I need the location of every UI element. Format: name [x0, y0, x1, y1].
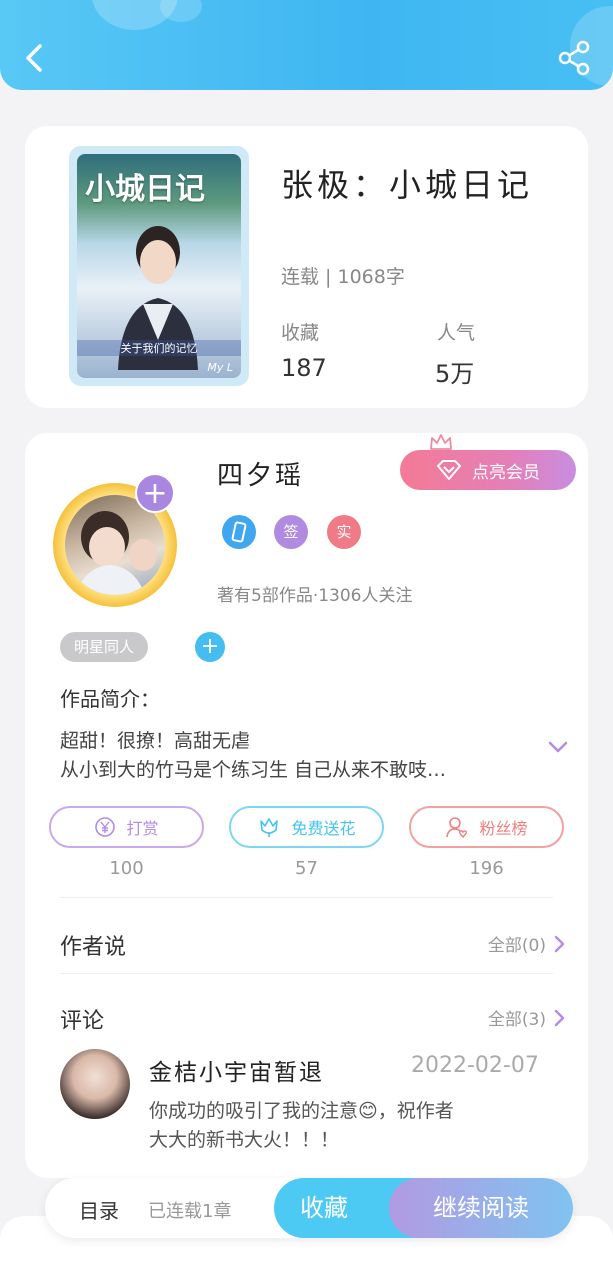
- comment-date: 2022-02-07: [411, 1053, 539, 1078]
- intro-line: 超甜！很撩！高甜无虐: [60, 730, 251, 752]
- category-tag[interactable]: 明星同人: [60, 632, 149, 662]
- comment-line: 你成功的吸引了我的注意😊，祝作者: [149, 1100, 454, 1122]
- follow-author-button[interactable]: +: [135, 473, 175, 513]
- book-status: 连载 | 1068字: [281, 266, 405, 288]
- chevron-left-icon: [26, 44, 42, 72]
- yen-icon: [95, 817, 116, 837]
- comments-all-label: 全部(3): [487, 1010, 546, 1030]
- comments-title: 评论: [60, 1009, 105, 1034]
- back-button[interactable]: [16, 38, 56, 78]
- flower-count: 57: [295, 858, 318, 879]
- popularity-label: 人气: [437, 322, 476, 344]
- intro-text: 超甜！很撩！高甜无虐 从小到大的竹马是个练习生 自己从来不敢吱…: [60, 727, 530, 785]
- signed-author-badge: 签: [274, 515, 308, 549]
- fan-rank-icon: [446, 817, 468, 839]
- book-info-card: 小城日记 关于我们的记忆 My L 张极：小城日记 连载 | 1068字 收藏 …: [25, 126, 588, 408]
- tip-count: 100: [109, 858, 144, 879]
- share-icon: [558, 40, 590, 76]
- send-flower-button[interactable]: 免费送花: [229, 806, 384, 848]
- real-name-badge: 实: [327, 515, 361, 549]
- cover-title-art: 小城日记: [85, 172, 205, 207]
- cover-image: 小城日记 关于我们的记忆 My L: [77, 154, 241, 378]
- chapters-count: 已连载1章: [148, 1201, 232, 1222]
- diamond-icon: [437, 460, 461, 480]
- phone-icon: [231, 521, 247, 543]
- vip-button-label: 点亮会员: [472, 462, 540, 483]
- flower-label: 免费送花: [291, 819, 356, 838]
- top-header: [0, 0, 613, 90]
- commenter-name[interactable]: 金桔小宇宙暂退: [149, 1053, 324, 1087]
- comments-all-link[interactable]: 全部(3): [488, 1005, 566, 1030]
- chevron-down-icon[interactable]: [547, 739, 569, 755]
- phone-verified-badge: [222, 515, 256, 549]
- fan-rank-label: 粉丝榜: [479, 819, 528, 838]
- flower-icon: [260, 818, 279, 837]
- fan-ranking-button[interactable]: 粉丝榜: [409, 806, 564, 848]
- author-says-all-label: 全部(0): [487, 936, 546, 956]
- chevron-right-icon: [554, 1009, 565, 1026]
- cover-watermark: My L: [207, 361, 233, 374]
- favorites-count: 187: [281, 354, 327, 382]
- add-tag-button[interactable]: +: [195, 632, 225, 662]
- author-name: 四夕瑶: [217, 461, 305, 491]
- intro-line: 从小到大的竹马是个练习生 自己从来不敢吱…: [60, 759, 447, 781]
- popularity-count: 5万: [435, 360, 475, 388]
- author-says-title: 作者说: [60, 935, 127, 960]
- divider: [60, 897, 553, 898]
- activate-vip-button[interactable]: 点亮会员: [400, 450, 576, 490]
- crown-icon: [430, 434, 452, 450]
- chevron-right-icon: [554, 935, 565, 952]
- comment-text: 你成功的吸引了我的注意😊，祝作者 大大的新书大火！！！: [149, 1097, 539, 1155]
- cover-caption: 关于我们的记忆: [77, 340, 241, 356]
- author-works-info: 著有5部作品·1306人关注: [217, 586, 413, 606]
- bottom-action-bar: 目录 已连载1章 收藏 继续阅读: [45, 1178, 573, 1238]
- favorites-label: 收藏: [281, 322, 320, 344]
- book-cover[interactable]: 小城日记 关于我们的记忆 My L: [69, 146, 249, 386]
- tip-button[interactable]: 打赏: [49, 806, 204, 848]
- comment-line: 大大的新书大火！！！: [149, 1129, 340, 1151]
- table-of-contents-button[interactable]: 目录: [79, 1195, 119, 1224]
- fan-rank-count: 196: [469, 858, 504, 879]
- intro-title: 作品简介：: [60, 687, 160, 711]
- commenter-avatar[interactable]: [60, 1049, 130, 1119]
- author-card: + 四夕瑶 点亮会员 签 实 著有5部作品·1306人关注 明星同人 + 作品简…: [25, 433, 588, 1178]
- tip-label: 打赏: [126, 819, 159, 838]
- book-title: 张极：小城日记: [281, 166, 534, 204]
- divider: [60, 973, 553, 974]
- continue-reading-button[interactable]: 继续阅读: [389, 1178, 573, 1238]
- share-button[interactable]: [555, 38, 595, 78]
- author-says-all-link[interactable]: 全部(0): [488, 931, 566, 956]
